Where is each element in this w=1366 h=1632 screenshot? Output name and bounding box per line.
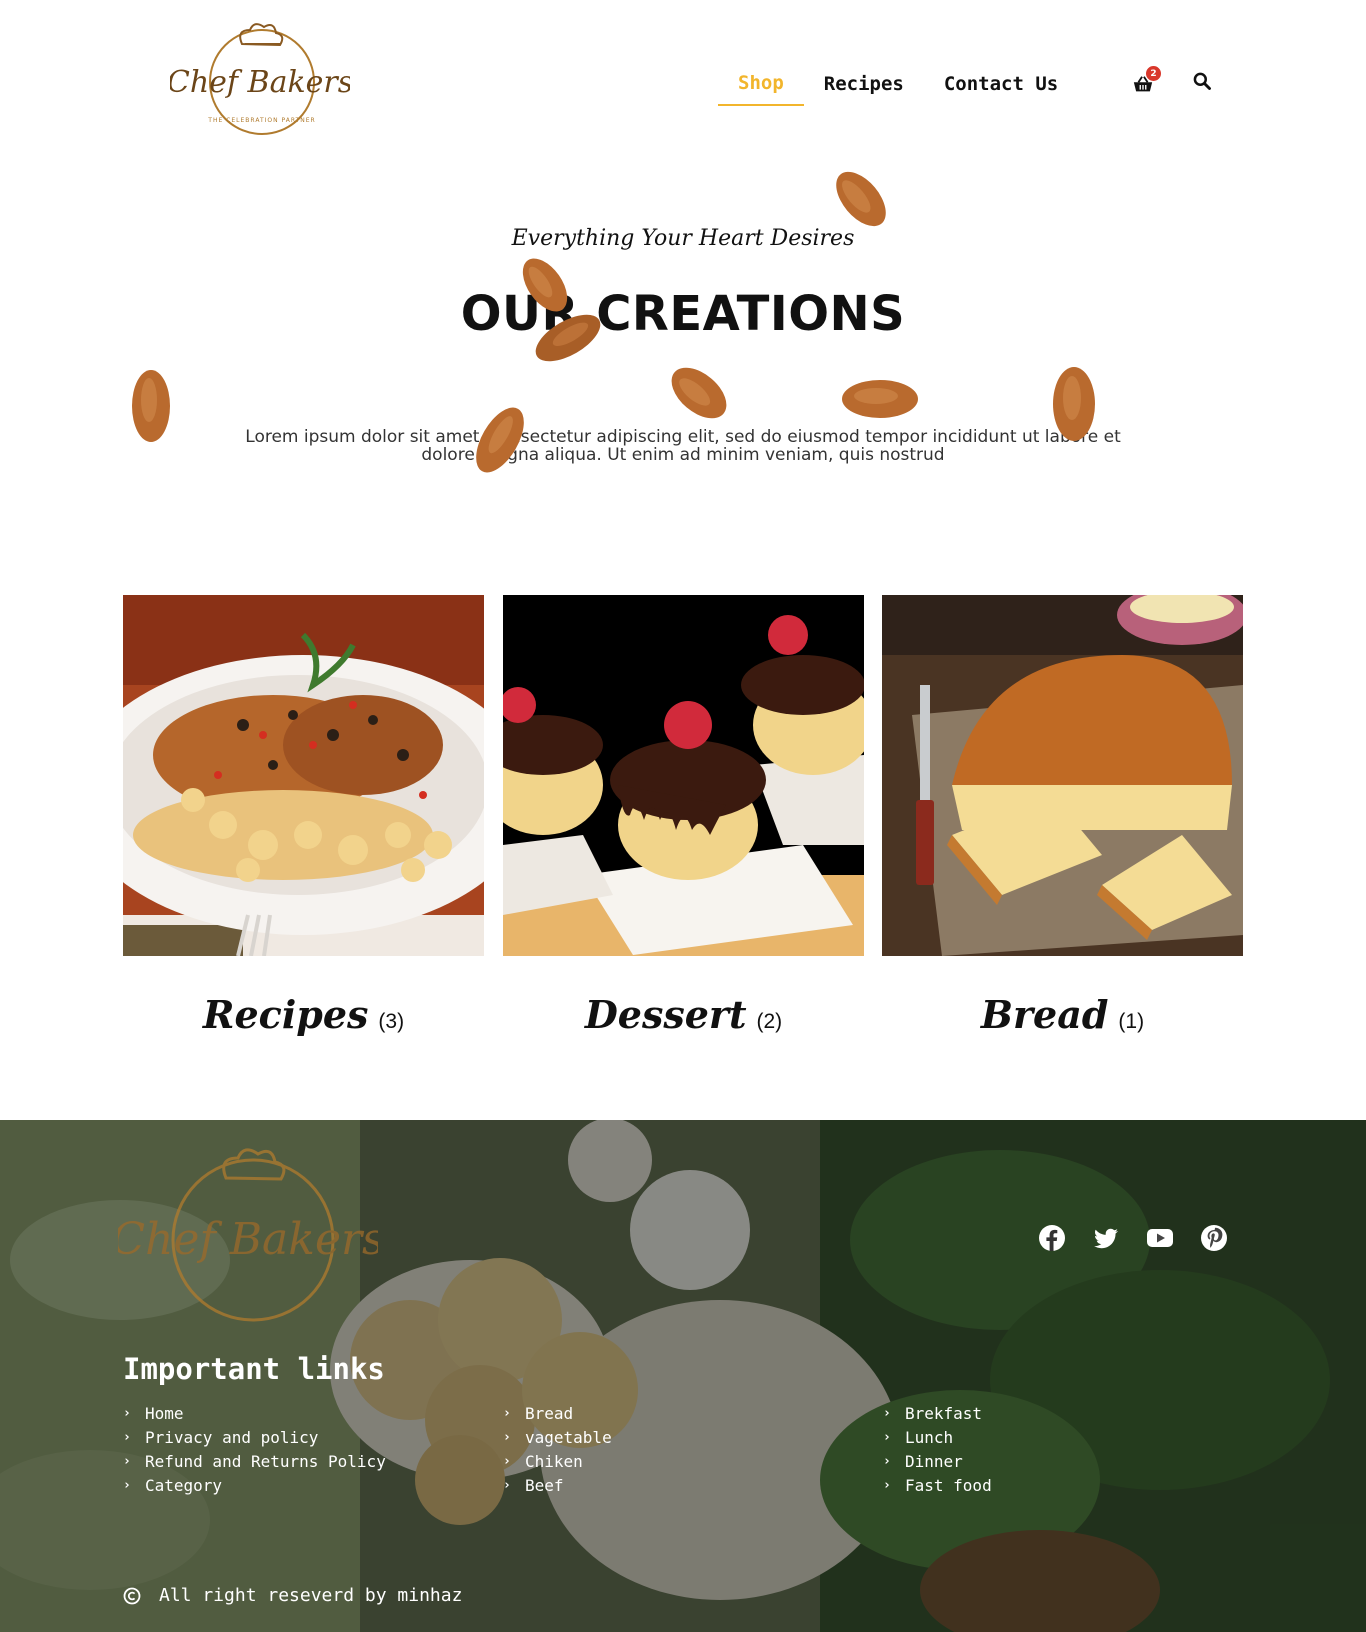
category-card-recipes[interactable]: Recipes (3) [123,595,484,1037]
copyright-icon [123,1587,141,1604]
footer-links-column-3: › Brekfast › Lunch › Dinner › Fast food [883,1402,992,1498]
facebook-link[interactable] [1038,1224,1066,1252]
svg-text:Chef Bakers: Chef Bakers [170,65,350,100]
almond-decoration [671,367,727,419]
chevron-right-icon: › [123,1406,131,1421]
footer-link-home[interactable]: › Home [123,1402,386,1426]
svg-text:THE CELEBRATION PARTNER: THE CELEBRATION PARTNER [207,117,315,124]
chevron-right-icon: › [123,1430,131,1445]
category-caption-bread: Bread (1) [882,992,1243,1037]
chef-bakers-logo: Chef Bakers THE CELEBRATION PARTNER [170,23,350,135]
footer-link-breakfast[interactable]: › Brekfast [883,1402,992,1426]
nav-recipes[interactable]: Recipes [804,69,924,105]
hero-description-line1: Lorem ipsum dolor sit amet, consectetur … [245,427,1121,447]
chevron-right-icon: › [123,1454,131,1469]
almond-decoration [132,370,170,442]
category-card-dessert[interactable]: Dessert (2) [503,595,864,1037]
almond-decoration [836,171,886,227]
youtube-link[interactable] [1146,1224,1174,1252]
copyright-notice: All right reseverd by minhaz [123,1585,462,1606]
category-name[interactable]: Recipes [203,992,368,1037]
category-card-bread[interactable]: Bread (1) [882,595,1243,1037]
footer-link-refund[interactable]: › Refund and Returns Policy [123,1450,386,1474]
footer-logo[interactable]: Chef Bakers [118,1140,378,1330]
chevron-right-icon: › [883,1454,891,1469]
facebook-icon [1039,1225,1065,1251]
category-caption-recipes: Recipes (3) [123,992,484,1037]
nav-contact-us[interactable]: Contact Us [924,69,1078,105]
category-image-bread [882,595,1243,956]
important-links-title: Important links [123,1352,385,1386]
copyright-text: All right reseverd by minhaz [159,1585,463,1606]
footer-link-lunch[interactable]: › Lunch [883,1426,992,1450]
footer-link-fast-food[interactable]: › Fast food [883,1474,992,1498]
chevron-right-icon: › [503,1406,511,1421]
hero-description: Lorem ipsum dolor sit amet, consectetur … [240,428,1126,464]
cart-button[interactable]: 2 [1132,66,1161,96]
twitter-icon [1094,1228,1118,1249]
category-image-dessert [503,595,864,956]
chevron-right-icon: › [883,1430,891,1445]
hero-section: Everything Your Heart Desires OUR CREATI… [0,160,1366,560]
pinterest-link[interactable] [1200,1224,1228,1252]
main-nav: Shop Recipes Contact Us [718,68,1078,106]
category-count: (3) [378,1010,405,1033]
chevron-right-icon: › [883,1478,891,1493]
chevron-right-icon: › [503,1430,511,1445]
footer-links-column-2: › Bread › vagetable › Chiken › Beef [503,1402,612,1498]
category-name[interactable]: Bread [981,992,1109,1037]
twitter-link[interactable] [1092,1224,1120,1252]
footer-link-privacy[interactable]: › Privacy and policy [123,1426,386,1450]
site-footer: Chef Bakers Important links › Home › Pri… [0,1120,1366,1632]
cart-count-badge: 2 [1146,66,1161,81]
site-header: Chef Bakers THE CELEBRATION PARTNER Shop… [0,0,1366,160]
social-links [1038,1224,1228,1252]
footer-link-bread[interactable]: › Bread [503,1402,612,1426]
hero-tagline: Everything Your Heart Desires [511,226,855,251]
hero-title: OUR CREATIONS [460,286,906,342]
site-logo[interactable]: Chef Bakers THE CELEBRATION PARTNER [170,18,350,143]
chevron-right-icon: › [503,1454,511,1469]
nav-shop[interactable]: Shop [718,68,804,106]
category-name[interactable]: Dessert [585,992,747,1037]
footer-link-beef[interactable]: › Beef [503,1474,612,1498]
categories-grid: Recipes (3) Dessert (2) Bread (1) [123,595,1243,1055]
footer-link-dinner[interactable]: › Dinner [883,1450,992,1474]
youtube-icon [1147,1229,1173,1247]
category-count: (2) [756,1010,783,1033]
footer-link-category[interactable]: › Category [123,1474,386,1498]
category-caption-dessert: Dessert (2) [503,992,864,1037]
category-count: (1) [1118,1010,1145,1033]
category-image-recipes [123,595,484,956]
footer-link-vegetable[interactable]: › vagetable [503,1426,612,1450]
footer-link-chicken[interactable]: › Chiken [503,1450,612,1474]
almond-decoration [842,380,918,418]
footer-links-column-1: › Home › Privacy and policy › Refund and Re… [123,1402,386,1498]
chevron-right-icon: › [503,1478,511,1493]
pinterest-icon [1201,1225,1227,1251]
svg-text:Chef Bakers: Chef Bakers [118,1214,378,1265]
chevron-right-icon: › [123,1478,131,1493]
search-button[interactable] [1192,71,1214,93]
hero-description-line2: dolore magna aliqua. Ut enim ad minim ve… [421,445,945,465]
search-icon [1193,72,1211,90]
chevron-right-icon: › [883,1406,891,1421]
